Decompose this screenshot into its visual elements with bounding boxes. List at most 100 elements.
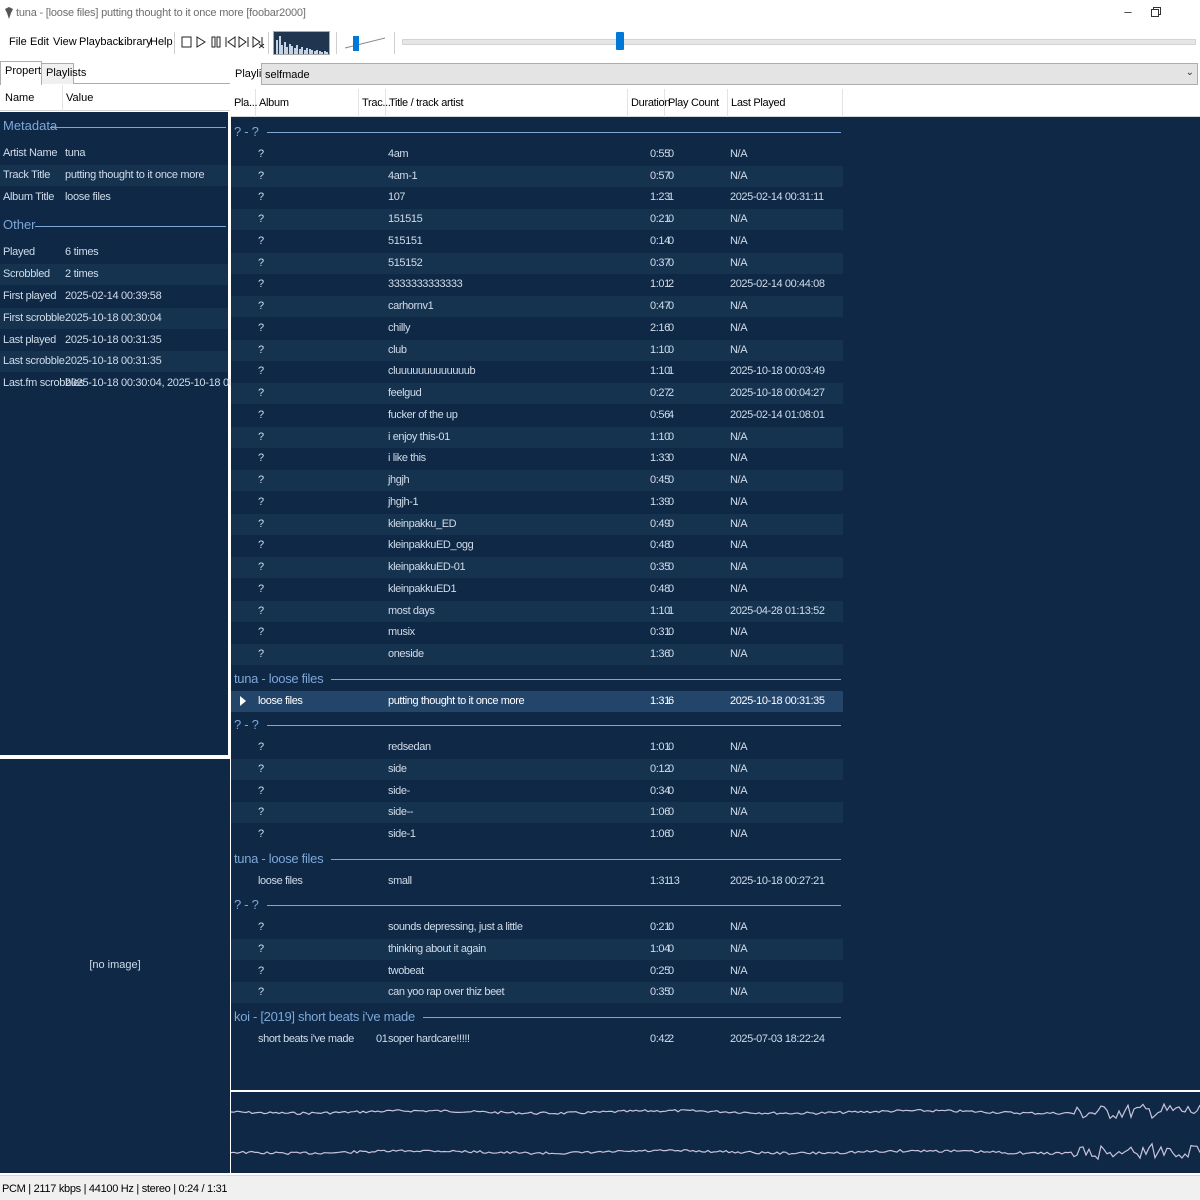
track-play-count: 0 — [668, 430, 674, 443]
track-row[interactable]: ? sounds depressing, just a little 0:21 0 N/… — [231, 917, 843, 938]
track-row[interactable]: ? feelgud 0:27 2 2025-10-18 00:04:27 — [231, 383, 843, 404]
col-last-played[interactable]: Last Played — [728, 89, 843, 117]
next-icon[interactable] — [237, 34, 251, 50]
track-row[interactable]: ? jhgjh-1 1:39 0 N/A — [231, 492, 843, 513]
spectrum-visualizer — [273, 31, 330, 55]
track-row[interactable]: ? twobeat 0:25 0 N/A — [231, 961, 843, 982]
track-row[interactable]: short beats i've made 01 soper hardcare!!!… — [231, 1029, 843, 1050]
track-row[interactable]: ? side-- 1:06 0 N/A — [231, 802, 843, 824]
playlist-group-header[interactable]: ? - ? — [231, 121, 843, 144]
col-title[interactable]: Title / track artist — [386, 89, 628, 117]
menu-playback[interactable]: Playback — [79, 36, 124, 48]
track-row[interactable]: ? club 1:10 0 N/A — [231, 339, 843, 361]
property-row[interactable]: Last.fm scrobbles 2025-10-18 00:30:04, 20… — [0, 373, 264, 394]
property-row[interactable]: Scrobbled 2 times — [0, 264, 228, 286]
minimize-icon[interactable]: – — [1113, 4, 1143, 22]
pause-icon[interactable] — [209, 34, 223, 50]
playlist-dropdown[interactable]: selfmade ⌄ — [261, 63, 1198, 85]
col-track[interactable]: Trac... — [359, 89, 391, 117]
track-duration: 1:10 — [650, 430, 670, 443]
playlist-group-header[interactable]: ? - ? — [231, 714, 843, 737]
property-row[interactable]: Artist Name tuna — [0, 143, 228, 164]
track-row[interactable]: ? most days 1:10 1 2025-04-28 01:13:52 — [231, 600, 843, 622]
track-row[interactable]: ? side-1 1:06 0 N/A — [231, 824, 843, 845]
track-row[interactable]: ? musix 0:31 0 N/A — [231, 622, 843, 643]
track-row-playing[interactable]: loose files putting thought to it once mo… — [231, 690, 843, 712]
track-row[interactable]: ? 3333333333333 1:01 2 2025-02-14 00:44:08 — [231, 274, 843, 295]
playlist-group-header[interactable]: koi - [2019] short beats i've made — [231, 1006, 843, 1029]
col-name[interactable]: Name — [5, 92, 34, 104]
track-title: carhornv1 — [388, 300, 434, 312]
seek-bar[interactable] — [402, 39, 1196, 45]
track-row[interactable]: loose files small 1:31 13 2025-10-18 00:27:2… — [231, 871, 843, 892]
menu-view[interactable]: View — [53, 36, 77, 48]
playlist-view[interactable]: ? - ?? 4am 0:55 0 N/A? 4am-1 0:57 0 N/A? 107 1:23 1… — [231, 117, 1200, 1090]
playlist-group-header[interactable]: ? - ? — [231, 894, 843, 917]
playlist-group-header[interactable]: tuna - loose files — [231, 668, 843, 691]
track-title: fucker of the up — [388, 408, 458, 421]
property-row[interactable]: Album Title loose files — [0, 187, 228, 208]
track-row[interactable]: ? jhgjh 0:45 0 N/A — [231, 470, 843, 491]
track-row[interactable]: ? 151515 0:21 0 N/A — [231, 209, 843, 230]
track-row[interactable]: ? i enjoy this-01 1:10 0 N/A — [231, 426, 843, 448]
track-duration: 0:31 — [650, 626, 670, 639]
track-row[interactable]: ? 4am 0:55 0 N/A — [231, 144, 843, 165]
tab-playlists[interactable]: Playlists — [41, 63, 86, 84]
track-row[interactable]: ? 515151 0:14 0 N/A — [231, 231, 843, 252]
track-duration: 0:21 — [650, 921, 670, 933]
track-title: kleinpakku_ED — [388, 517, 457, 530]
track-row[interactable]: ? oneside 1:36 0 N/A — [231, 644, 843, 665]
property-name: Played — [3, 246, 35, 259]
track-row[interactable]: ? cluuuuuuuuuuuuub 1:10 1 2025-10-18 00:03:4… — [231, 361, 843, 382]
property-row[interactable]: First played 2025-02-14 00:39:58 — [0, 286, 228, 307]
track-row[interactable]: ? side- 0:34 0 N/A — [231, 781, 843, 802]
menu-library[interactable]: Library — [118, 36, 152, 48]
col-duration[interactable]: Duration — [628, 89, 670, 117]
previous-icon[interactable] — [223, 34, 237, 50]
menu-edit[interactable]: Edit — [30, 36, 49, 48]
track-row[interactable]: ? kleinpakkuED_ogg 0:48 0 N/A — [231, 535, 843, 556]
track-title: 151515 — [388, 213, 423, 225]
track-row[interactable]: ? 4am-1 0:57 0 N/A — [231, 165, 843, 187]
restore-icon[interactable] — [1141, 4, 1171, 22]
track-row[interactable]: ? kleinpakkuED1 0:48 0 N/A — [231, 579, 843, 600]
track-row[interactable]: ? carhornv1 0:47 0 N/A — [231, 296, 843, 317]
col-playing[interactable]: Pla... — [231, 89, 258, 117]
track-row[interactable]: ? kleinpakku_ED 0:49 0 N/A — [231, 513, 843, 535]
col-album[interactable]: Album — [256, 89, 359, 117]
play-icon[interactable] — [194, 34, 208, 50]
track-row[interactable]: ? chilly 2:16 0 N/A — [231, 318, 843, 339]
menu-help[interactable]: Help — [150, 36, 173, 48]
property-row[interactable]: Track Title putting thought to it once mo… — [0, 164, 228, 186]
playlist-group-header[interactable]: tuna - loose files — [231, 848, 843, 871]
track-row[interactable]: ? kleinpakkuED-01 0:35 0 N/A — [231, 557, 843, 578]
track-row[interactable]: ? side 0:12 0 N/A — [231, 758, 843, 780]
stop-icon[interactable] — [180, 34, 194, 50]
volume-slider[interactable] — [343, 33, 387, 53]
waveform-visualizer — [230, 1090, 1200, 1173]
track-row[interactable]: ? can yoo rap over thiz beet 0:35 0 N/A — [231, 982, 843, 1004]
section-divider — [35, 226, 226, 228]
tab-properties[interactable]: Properties — [0, 61, 55, 85]
track-row[interactable]: ? thinking about it again 1:04 0 N/A — [231, 938, 843, 960]
track-row[interactable]: ? 515152 0:37 0 N/A — [231, 252, 843, 274]
track-row[interactable]: ? 107 1:23 1 2025-02-14 00:31:11 — [231, 187, 843, 208]
track-row[interactable]: ? i like this 1:33 0 N/A — [231, 448, 843, 469]
property-row[interactable]: Played 6 times — [0, 242, 228, 263]
property-row[interactable]: First scrobble 2025-10-18 00:30:04 — [0, 307, 228, 329]
track-row[interactable]: ? redsedan 1:01 0 N/A — [231, 737, 843, 758]
property-row[interactable]: Last scrobble 2025-10-18 00:31:35 — [0, 351, 228, 373]
col-play-count[interactable]: Play Count — [665, 89, 728, 117]
menu-file[interactable]: File — [9, 36, 27, 48]
group-divider — [423, 1017, 841, 1018]
property-row[interactable]: Last played 2025-10-18 00:31:35 — [0, 330, 228, 351]
track-duration: 1:31 — [650, 694, 670, 707]
random-icon[interactable] — [251, 34, 265, 50]
track-title: club — [388, 343, 407, 356]
track-title: chilly — [388, 321, 411, 334]
col-value[interactable]: Value — [66, 92, 93, 104]
seek-thumb[interactable] — [616, 32, 625, 50]
property-name: First played — [3, 290, 57, 302]
track-row[interactable]: ? fucker of the up 0:56 4 2025-02-14 01:08:0… — [231, 405, 843, 426]
toolbar-separator — [268, 32, 269, 54]
